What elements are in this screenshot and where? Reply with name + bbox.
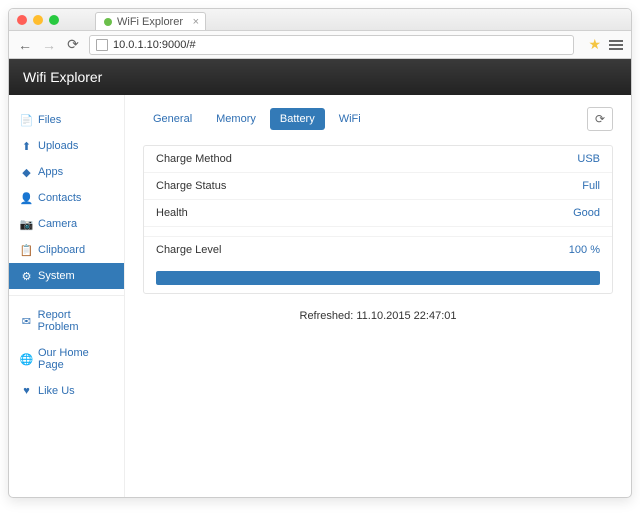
close-icon[interactable] [17, 15, 27, 25]
browser-toolbar: ← → ⟳ 10.0.1.10:9000/# ★ [9, 31, 631, 59]
battery-panel: Charge Method USB Charge Status Full Hea… [143, 145, 613, 294]
file-icon: 📄 [21, 115, 32, 126]
upload-icon: ⬆ [21, 141, 32, 152]
sidebar-item-report[interactable]: ✉Report Problem [9, 302, 124, 340]
panel-separator [144, 227, 612, 237]
minimize-icon[interactable] [33, 15, 43, 25]
row-health: Health Good [144, 200, 612, 227]
like-icon: ♥ [21, 386, 32, 397]
content-tabs: General Memory Battery WiFi ⟳ [143, 107, 613, 131]
tab-general[interactable]: General [143, 108, 202, 130]
browser-tab[interactable]: WiFi Explorer × [95, 12, 206, 30]
tab-battery[interactable]: Battery [270, 108, 325, 130]
tab-wifi[interactable]: WiFi [329, 108, 371, 130]
refresh-icon: ⟳ [595, 112, 605, 126]
sidebar-item-homepage[interactable]: 🌐Our Home Page [9, 340, 124, 378]
browser-titlebar: WiFi Explorer × [9, 9, 631, 31]
row-charge-status: Charge Status Full [144, 173, 612, 200]
favicon-icon [104, 18, 112, 26]
home-icon: 🌐 [21, 354, 32, 365]
bookmark-icon[interactable]: ★ [588, 36, 601, 53]
sidebar-item-system[interactable]: ⚙System [9, 263, 124, 289]
row-charge-method: Charge Method USB [144, 146, 612, 173]
maximize-icon[interactable] [49, 15, 59, 25]
sidebar-item-apps[interactable]: ◆Apps [9, 159, 124, 185]
back-button[interactable]: ← [17, 37, 33, 53]
url-text: 10.0.1.10:9000/# [113, 39, 196, 51]
app-header: Wifi Explorer [9, 59, 631, 95]
menu-icon[interactable] [609, 40, 623, 50]
tab-title: WiFi Explorer [117, 16, 183, 28]
sidebar-item-camera[interactable]: 📷Camera [9, 211, 124, 237]
clipboard-icon: 📋 [21, 245, 32, 256]
refreshed-text: Refreshed: 11.10.2015 22:47:01 [143, 310, 613, 322]
page-icon [96, 39, 108, 51]
sidebar-item-files[interactable]: 📄Files [9, 107, 124, 133]
tab-memory[interactable]: Memory [206, 108, 266, 130]
apps-icon: ◆ [21, 167, 32, 178]
progress-track [156, 271, 600, 285]
progress-fill [156, 271, 600, 285]
system-icon: ⚙ [21, 271, 32, 282]
refresh-button[interactable]: ⟳ [587, 107, 613, 131]
url-input[interactable]: 10.0.1.10:9000/# [89, 35, 574, 55]
sidebar-item-uploads[interactable]: ⬆Uploads [9, 133, 124, 159]
sidebar-item-like[interactable]: ♥Like Us [9, 378, 124, 404]
app-title: Wifi Explorer [23, 69, 102, 85]
forward-button[interactable]: → [41, 37, 57, 53]
contacts-icon: 👤 [21, 193, 32, 204]
tab-close-icon[interactable]: × [193, 16, 199, 28]
reload-button[interactable]: ⟳ [65, 37, 81, 53]
sidebar: 📄Files ⬆Uploads ◆Apps 👤Contacts 📷Camera … [9, 95, 125, 497]
report-icon: ✉ [21, 316, 32, 327]
sidebar-item-contacts[interactable]: 👤Contacts [9, 185, 124, 211]
row-charge-level: Charge Level 100 % [144, 237, 612, 263]
divider [9, 295, 124, 296]
sidebar-item-clipboard[interactable]: 📋Clipboard [9, 237, 124, 263]
camera-icon: 📷 [21, 219, 32, 230]
charge-progress [144, 263, 612, 293]
